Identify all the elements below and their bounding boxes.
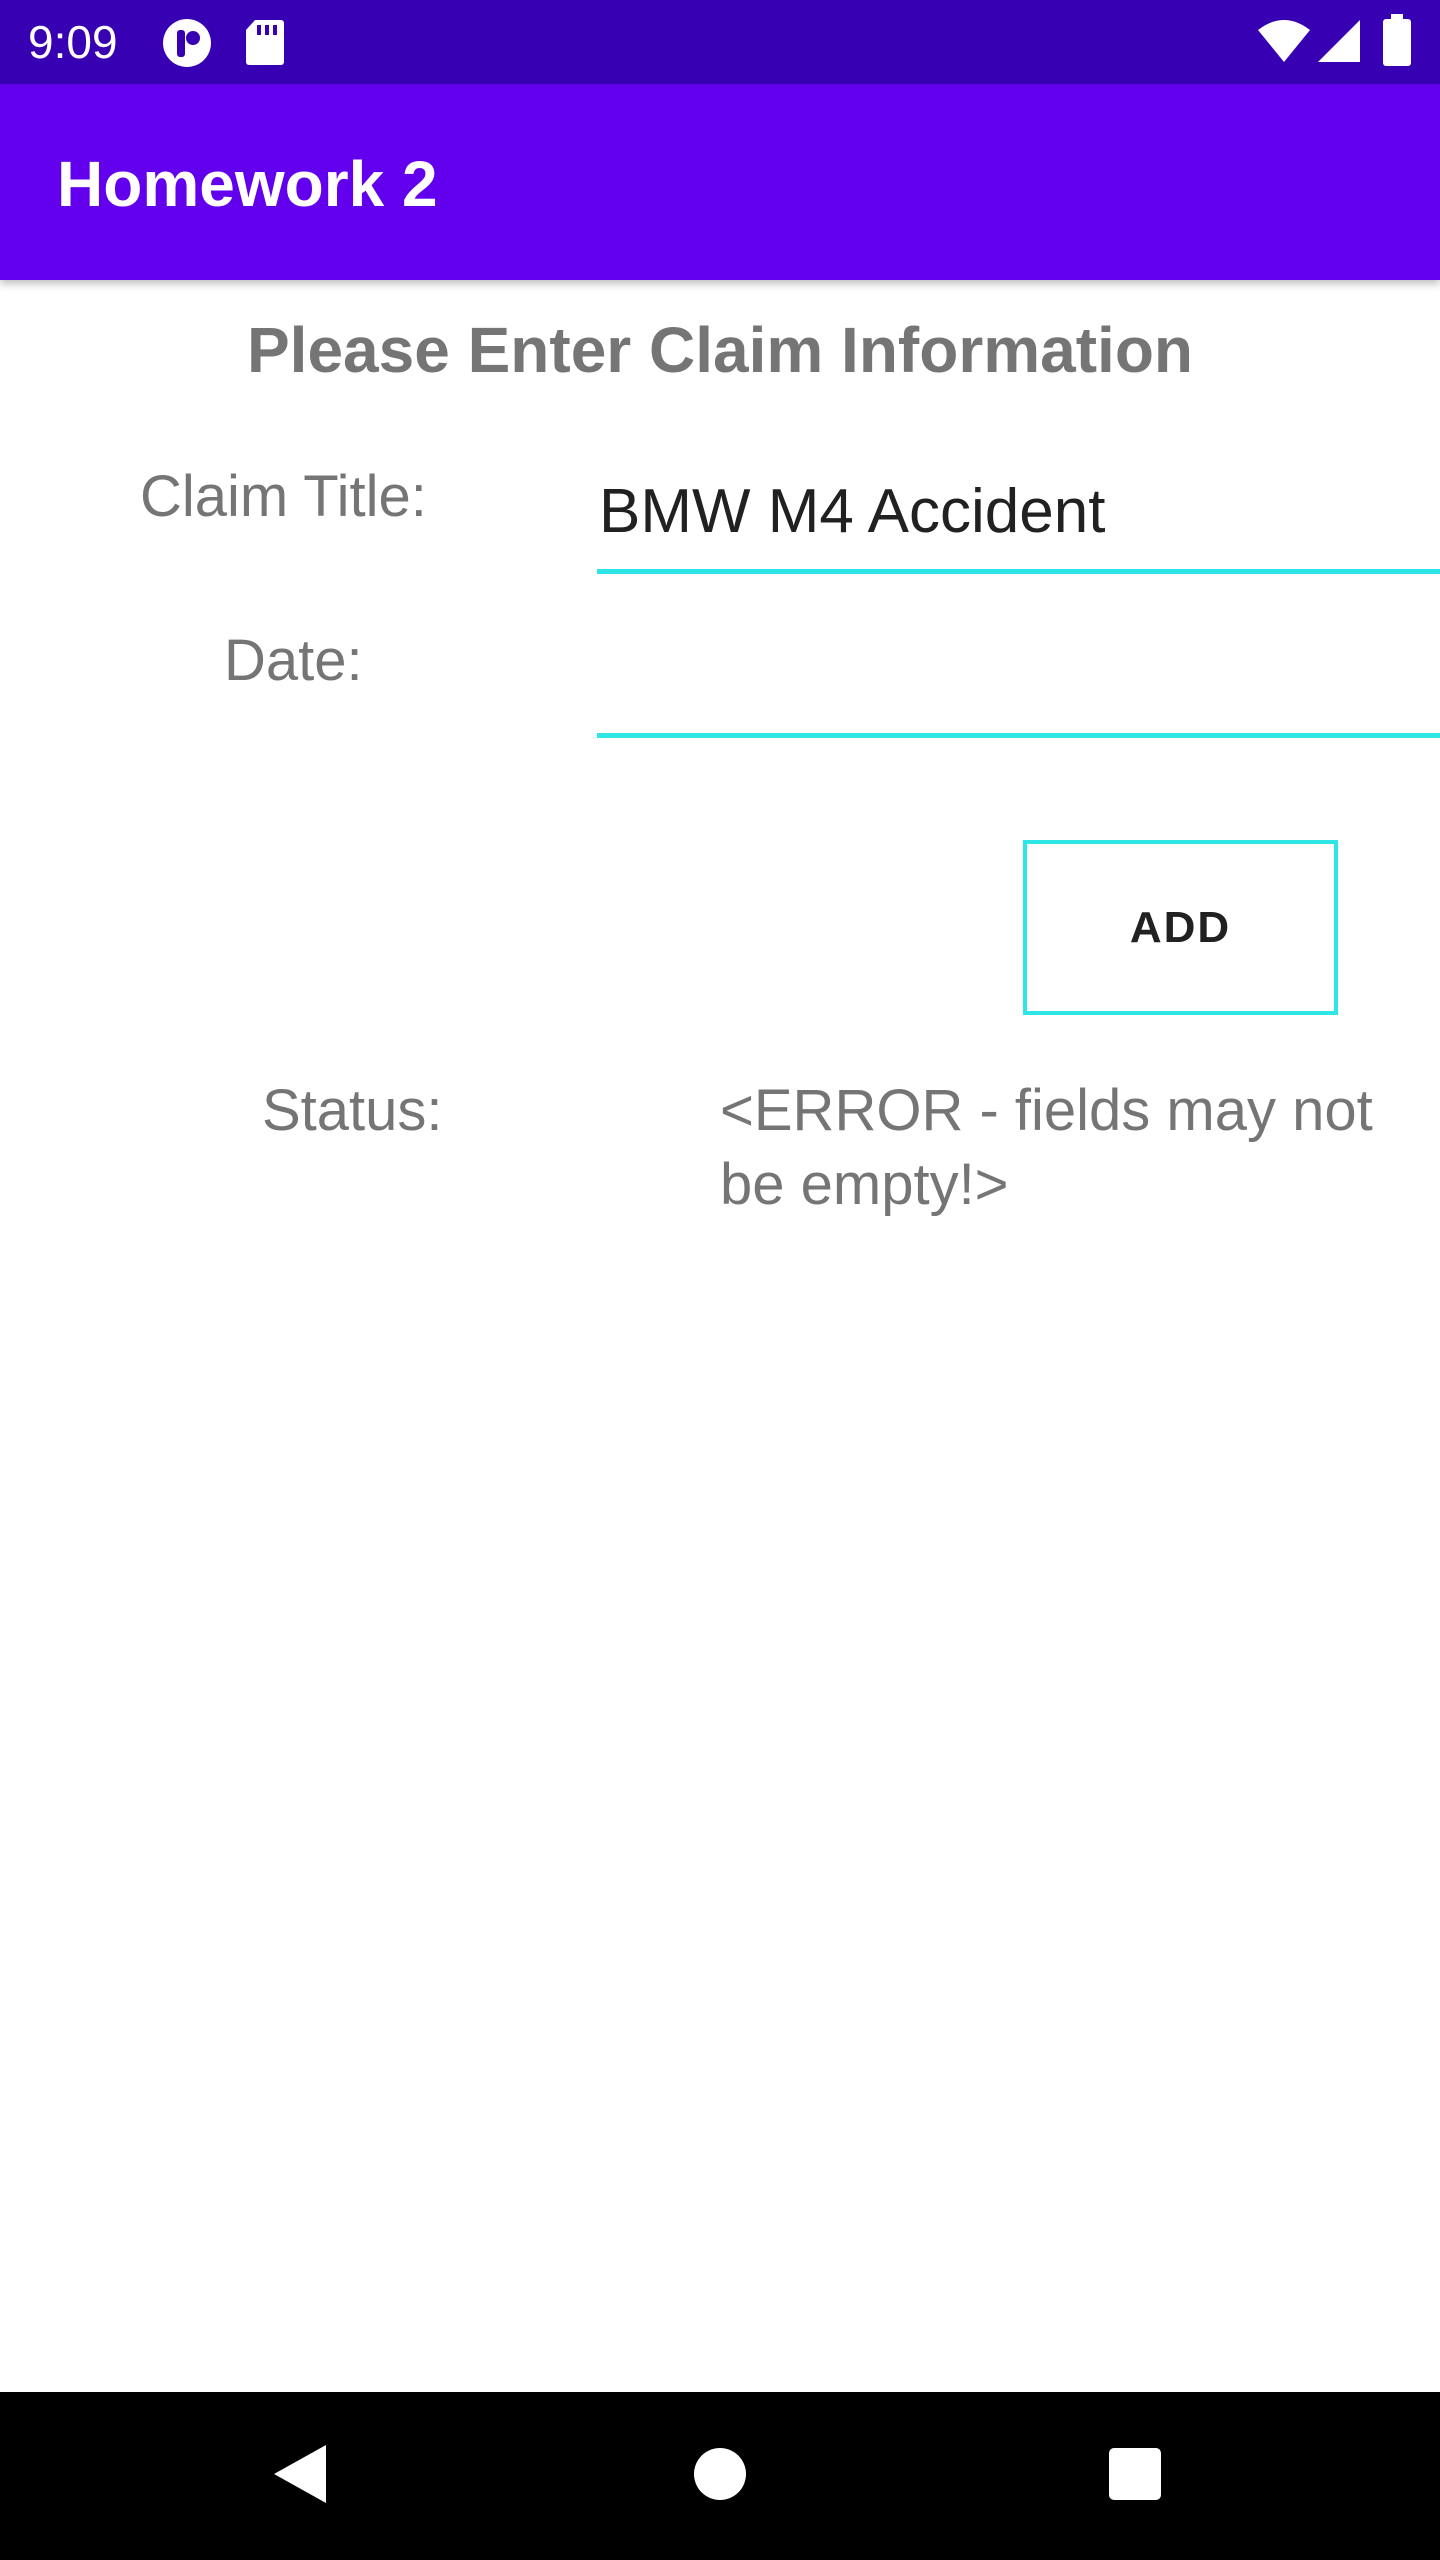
back-icon [272,2443,328,2509]
status-bar: 9:09 [0,0,1440,84]
battery-icon [1383,14,1411,70]
status-time: 9:09 [28,16,118,68]
status-label: Status: [262,1078,443,1143]
form-heading: Please Enter Claim Information [246,314,1194,386]
wifi-icon [1256,18,1312,68]
app-bar: Homework 2 [0,84,1440,280]
signal-icon [1316,18,1362,68]
add-button[interactable]: ADD [1023,840,1338,1015]
claim-title-label: Claim Title: [140,464,427,529]
sd-card-icon [245,18,285,70]
navigation-bar [0,2392,1440,2560]
notification-app-icon [162,18,212,72]
claim-title-input[interactable] [597,454,1440,574]
recents-icon [1108,2447,1162,2505]
back-button[interactable] [220,2392,380,2560]
app-title: Homework 2 [57,148,438,220]
recents-button[interactable] [1055,2392,1215,2560]
home-button[interactable] [640,2392,800,2560]
status-message: <ERROR - fields may not be empty!> [720,1078,1373,1217]
date-input[interactable] [597,618,1440,738]
date-label: Date: [224,628,363,693]
home-icon [693,2447,747,2505]
